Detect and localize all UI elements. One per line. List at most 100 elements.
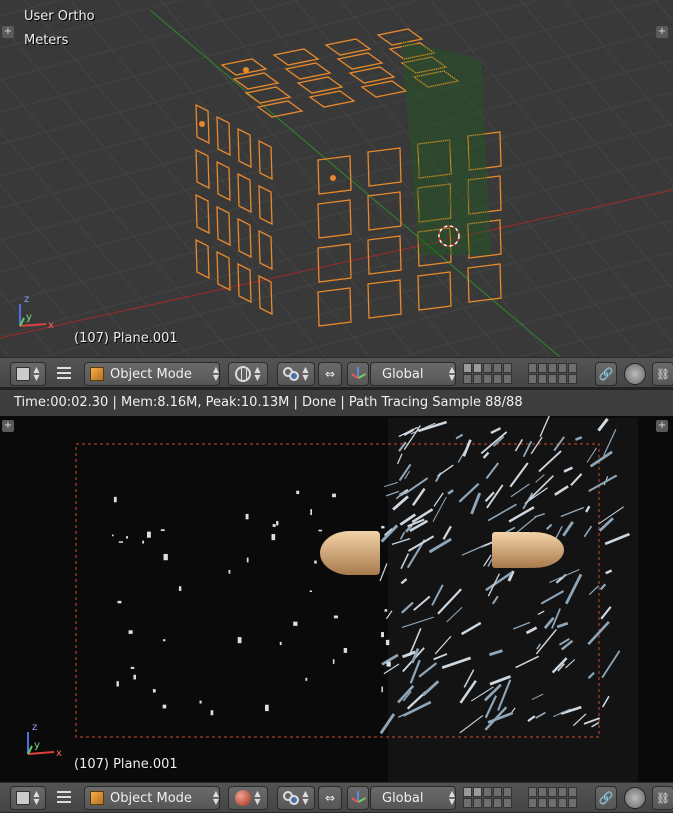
layer-grid-right[interactable]: [528, 363, 577, 384]
expand-properties-icon[interactable]: +: [656, 420, 668, 432]
viewport-header-bottom: ▲▼ Object Mode ▲▼ ▲▼ ▲▼ ⇔ Global ▲▼: [0, 782, 673, 813]
object-mode-select[interactable]: Object Mode ▲ ▼: [84, 362, 220, 386]
viewport-shading-select[interactable]: ▲ ▼: [228, 786, 268, 810]
3d-viewport-rendered[interactable]: z x y (107) Plane.001 + +: [0, 390, 673, 782]
view-name-label: User Ortho: [24, 9, 95, 24]
debris-particle: [279, 641, 282, 646]
chevron-updown-icon: ▲ ▼: [33, 789, 40, 806]
link-icon-button[interactable]: ⛓: [652, 362, 673, 386]
grid-line: [0, 76, 236, 357]
chevron-updown-icon: ▲ ▼: [302, 365, 309, 382]
units-label: Meters: [24, 33, 69, 48]
lock-camera-button[interactable]: 🔗: [595, 786, 617, 810]
debris-particle: [228, 569, 231, 574]
gizmo-x-label: x: [56, 748, 62, 759]
wireframe-sphere-icon: [235, 366, 252, 382]
menu-icon[interactable]: [57, 791, 71, 803]
manipulator-toggle-button[interactable]: [347, 362, 369, 386]
debris-particle: [133, 674, 136, 680]
render-preview-icon[interactable]: [624, 787, 646, 809]
active-object-label: (107) Plane.001: [74, 331, 178, 346]
grid-line: [0, 27, 673, 209]
debris-particle: [117, 600, 122, 604]
cube-panel-front: [367, 147, 402, 187]
menu-icon[interactable]: [57, 367, 71, 379]
transform-manipulator-icon: [351, 367, 366, 381]
debris-particle: [272, 524, 276, 527]
transform-manipulator-icon: [351, 791, 366, 805]
cube-panel-left: [195, 193, 210, 235]
render-preview-icon[interactable]: [624, 363, 646, 385]
debris-particle: [163, 639, 166, 642]
expand-properties-icon[interactable]: +: [656, 26, 668, 38]
debris-particle: [276, 521, 279, 526]
layer-grid-left[interactable]: [463, 363, 512, 384]
debris-shard: [379, 563, 388, 582]
debris-particle: [296, 490, 300, 495]
grid-line: [564, 0, 673, 130]
bullet-left-body: [350, 531, 380, 575]
active-object-label: (107) Plane.001: [74, 757, 178, 772]
cube-panel-top: [220, 58, 268, 76]
cube-panel-top: [272, 48, 320, 66]
snap-icon: ⇔: [324, 791, 336, 805]
origin-point: [243, 67, 249, 73]
debris-particle: [128, 630, 133, 634]
debris-particle: [381, 632, 384, 638]
debris-particle: [199, 700, 202, 704]
debris-particle: [146, 531, 151, 538]
viewport-shading-select[interactable]: ▲ ▼: [228, 362, 268, 386]
chain-link-icon: ⛓: [656, 367, 670, 381]
snap-toggle-button[interactable]: ⇔: [318, 786, 342, 810]
debris-particle: [293, 621, 298, 626]
gizmo-x-label: x: [48, 320, 54, 331]
pivot-point-select[interactable]: ▲ ▼: [277, 786, 315, 810]
chevron-updown-icon: ▲ ▼: [302, 789, 309, 806]
grid-line: [0, 59, 673, 241]
origin-point: [330, 175, 336, 181]
chevron-updown-icon: ▲ ▼: [212, 365, 219, 382]
debris-particle: [384, 609, 388, 612]
grid-line: [0, 123, 673, 305]
expand-toolbar-icon[interactable]: +: [2, 420, 14, 432]
3d-viewport-top[interactable]: zxy User Ortho Meters (107) Plane.001 + …: [0, 0, 673, 357]
pivot-point-select[interactable]: ▲ ▼: [277, 362, 315, 386]
lock-camera-button[interactable]: 🔗: [595, 362, 617, 386]
debris-particle: [237, 637, 242, 644]
grid-line: [519, 0, 673, 183]
layer-grid-left[interactable]: [463, 787, 512, 808]
transform-orientation-select[interactable]: Global ▲ ▼: [370, 786, 456, 810]
grid-line: [339, 0, 641, 357]
layer-grid-right[interactable]: [528, 787, 577, 808]
grid-line: [0, 0, 302, 81]
render-status-text: Time:00:02.30 | Mem:8.16M, Peak:10.13M |…: [0, 390, 673, 416]
viewport-header-top: ▲▼ Object Mode ▲▼ ▲▼ ▲▼ ⇔ Global ▲▼: [0, 357, 673, 390]
cube-view-icon: [16, 367, 31, 381]
debris-particle: [343, 647, 348, 653]
chevron-updown-icon: ▲ ▼: [254, 789, 261, 806]
gizmo-y-label: y: [34, 740, 40, 751]
orientation-label: Global: [382, 790, 424, 806]
viewport-scene: z x y: [0, 0, 673, 357]
debris-particle: [264, 704, 269, 712]
mode-label: Object Mode: [110, 790, 192, 806]
snap-toggle-button[interactable]: ⇔: [318, 362, 342, 386]
x-axis-line: [0, 189, 673, 339]
cube-panel-left: [258, 184, 273, 226]
cube-panel-top: [336, 52, 384, 70]
cube-panel-top: [256, 100, 304, 118]
debris-particle: [162, 704, 167, 709]
transform-orientation-select[interactable]: Global ▲ ▼: [370, 362, 456, 386]
manipulator-toggle-button[interactable]: [347, 786, 369, 810]
gizmo-x-axis: [27, 751, 55, 755]
debris-particle: [333, 615, 339, 619]
chevron-updown-icon: ▲ ▼: [448, 789, 455, 806]
editor-type-button[interactable]: ▲ ▼: [10, 362, 46, 386]
object-mode-select[interactable]: Object Mode ▲ ▼: [84, 786, 220, 810]
debris-particle: [163, 553, 168, 561]
expand-toolbar-icon[interactable]: +: [2, 26, 14, 38]
editor-type-button[interactable]: ▲ ▼: [10, 786, 46, 810]
chevron-updown-icon: ▲ ▼: [448, 365, 455, 382]
mode-label: Object Mode: [110, 366, 192, 382]
link-icon-button[interactable]: ⛓: [652, 786, 673, 810]
